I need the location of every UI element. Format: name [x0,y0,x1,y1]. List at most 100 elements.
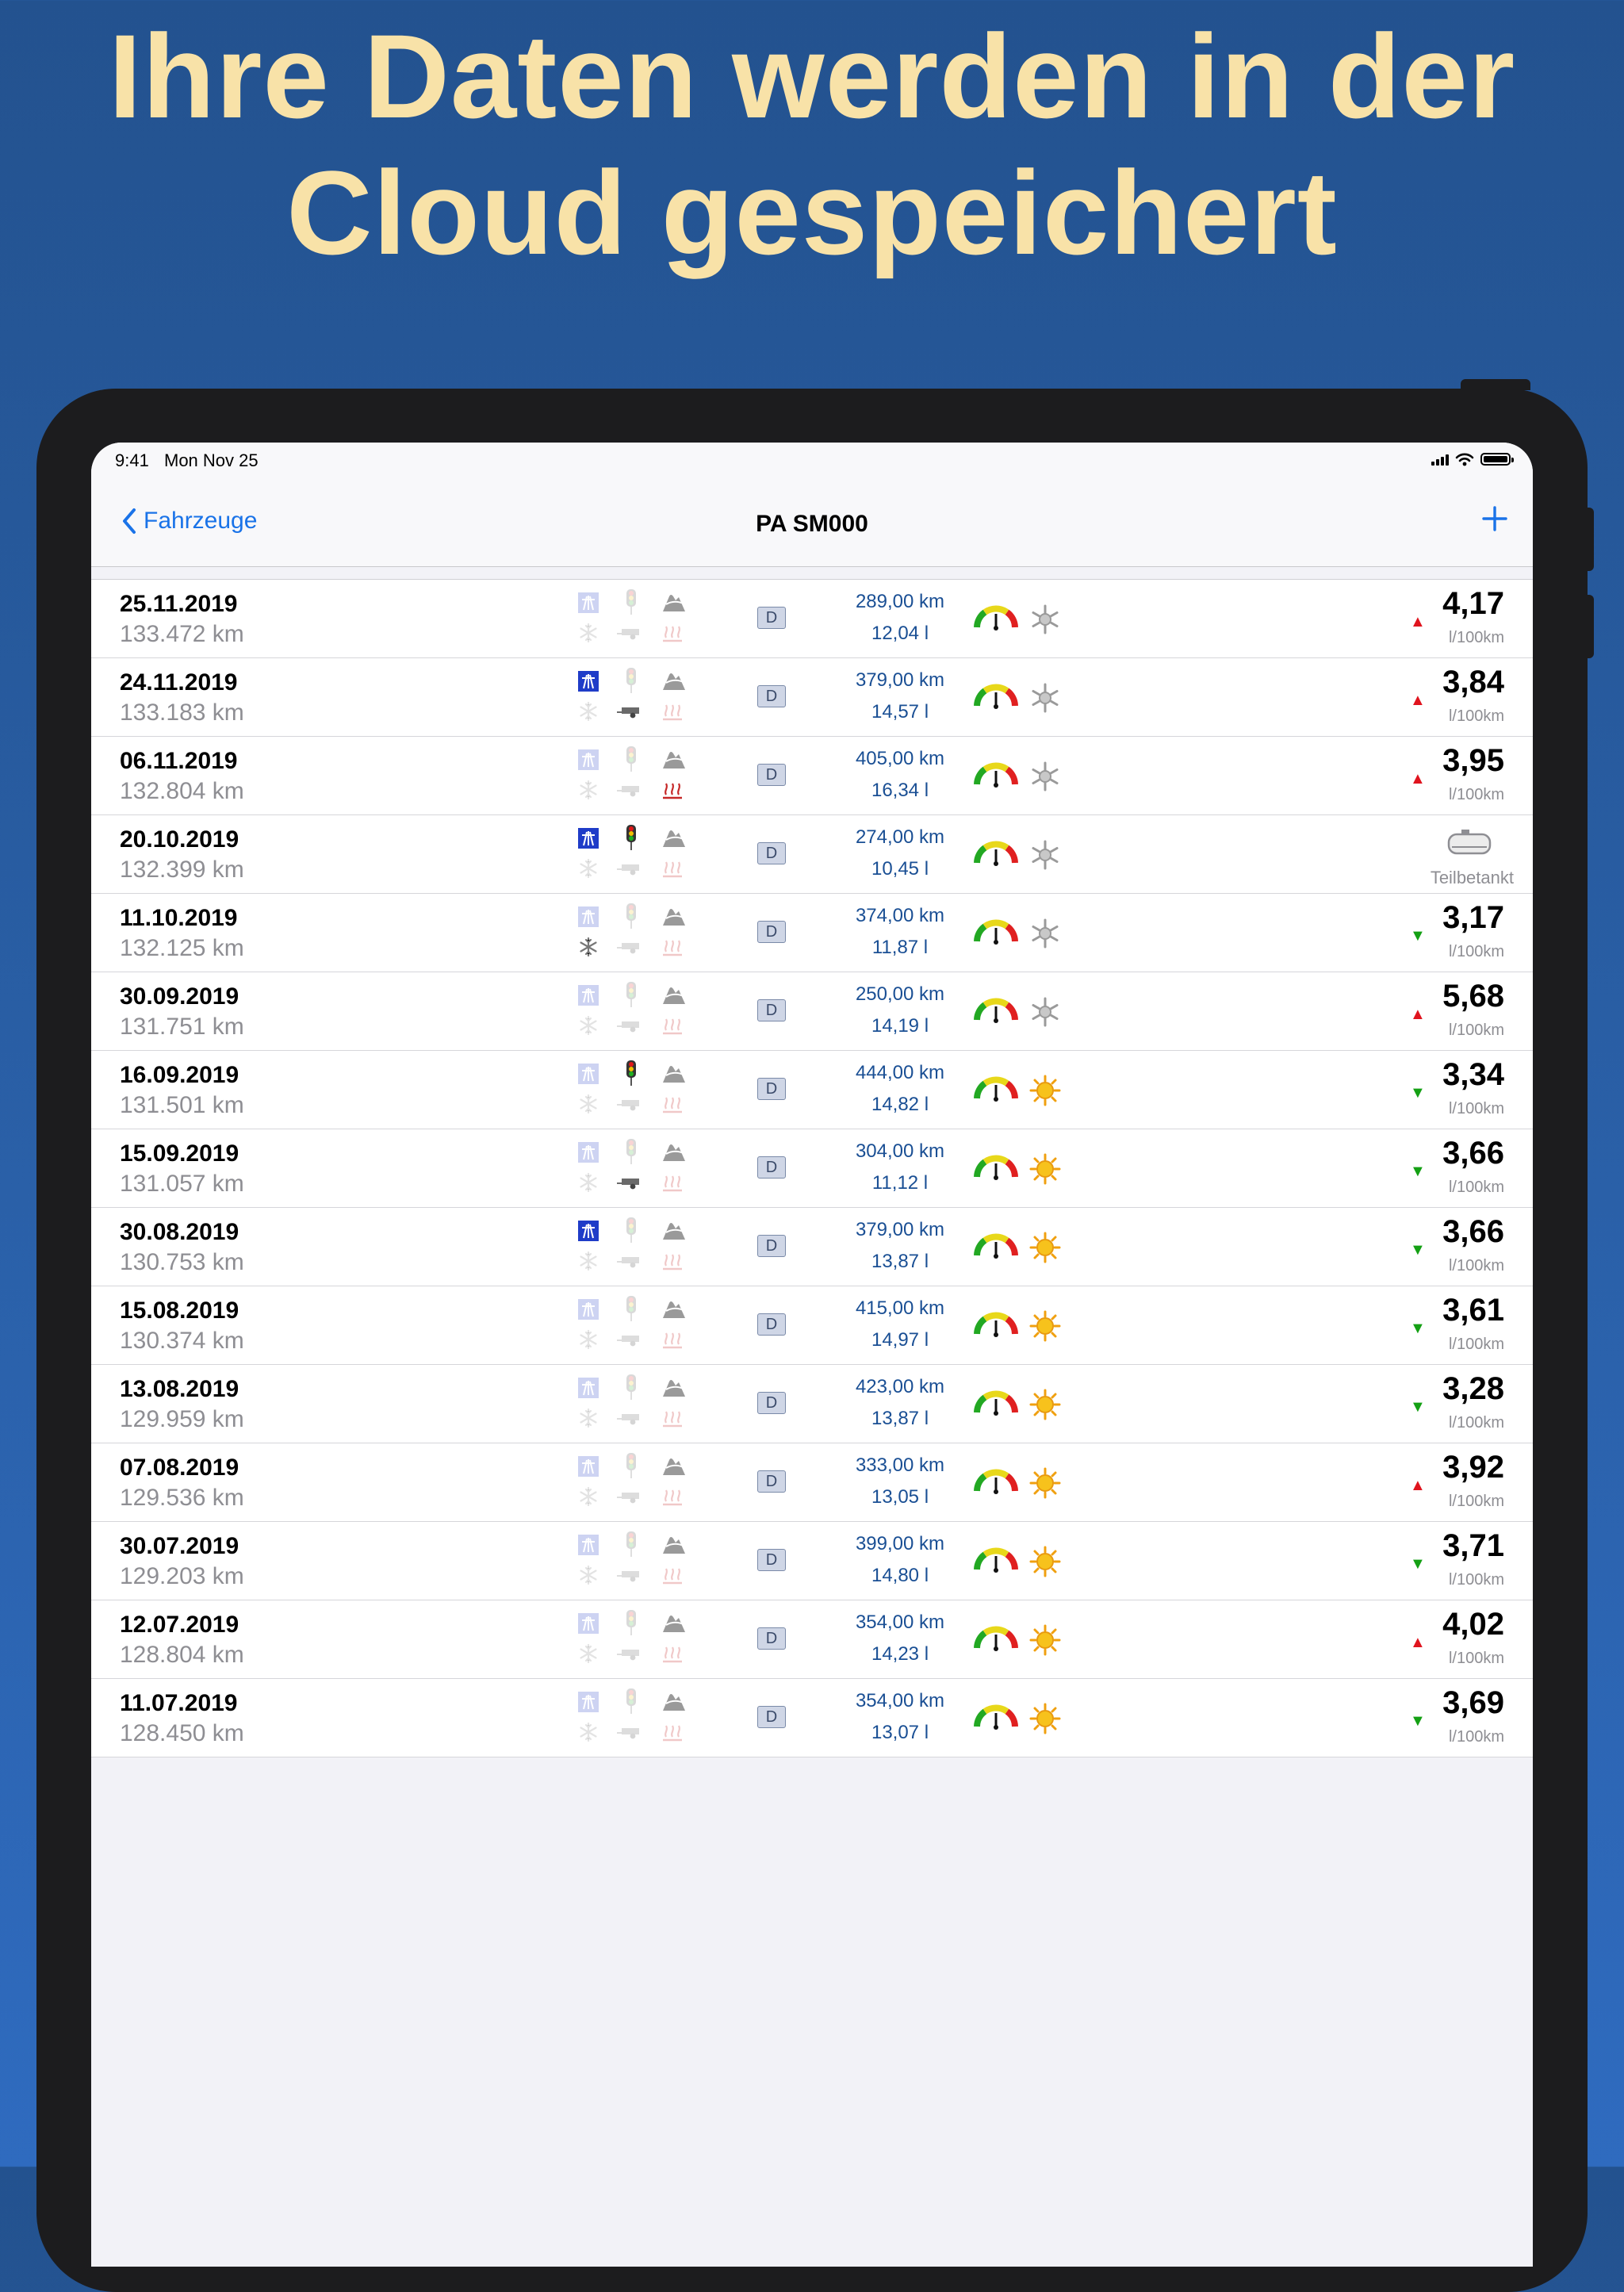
entry-volume: 16,34 l [871,780,929,801]
list-item[interactable]: 12.07.2019 128.804 km D 354,00 km 14,23 … [91,1600,1533,1679]
entry-date: 07.08.2019 [120,1455,239,1481]
list-item[interactable]: 30.09.2019 131.751 km D 250,00 km 14,19 … [91,972,1533,1051]
trailer-icon [616,1642,645,1665]
highway-icon [576,1533,600,1557]
highway-icon [576,1140,600,1164]
highway-icon [576,1612,600,1635]
trailer-icon [616,778,645,802]
trend-up-icon: ▲ [1410,613,1426,630]
list-item[interactable]: 24.11.2019 133.183 km D 379,00 km 14,57 … [91,658,1533,737]
entry-volume: 14,82 l [871,1094,929,1115]
entry-consumption: 3,28 [1442,1371,1504,1406]
traffic-light-icon [619,980,643,1009]
list-item[interactable]: 15.09.2019 131.057 km D 304,00 km 11,12 … [91,1129,1533,1208]
trend-down-icon: ▼ [1410,1398,1426,1416]
traffic-light-icon [619,1608,643,1637]
snowflake-icon [576,1563,600,1587]
trailer-icon [616,1092,645,1116]
trend-down-icon: ▼ [1410,1712,1426,1730]
consumption-unit: l/100km [1448,1100,1504,1117]
list-item[interactable]: 15.08.2019 130.374 km D 415,00 km 14,97 … [91,1286,1533,1365]
list-item[interactable]: 30.08.2019 130.753 km D 379,00 km 13,87 … [91,1208,1533,1286]
snowflake-icon [576,935,600,959]
trailer-icon [616,857,645,880]
entry-volume: 13,05 l [871,1486,929,1508]
traffic-light-icon [619,1451,643,1480]
heating-icon [661,1249,684,1273]
cold-weather-icon [1029,604,1061,639]
entry-volume: 13,07 l [871,1722,929,1743]
traffic-light-icon [619,1059,643,1087]
heating-icon [661,935,684,959]
highway-icon [576,1062,600,1086]
entry-volume: 13,87 l [871,1251,929,1272]
mountain-icon [661,1139,688,1163]
status-time: 9:41 [115,450,149,470]
trend-down-icon: ▼ [1410,1555,1426,1573]
traffic-light-icon [619,588,643,616]
entry-distance: 354,00 km [855,1612,945,1633]
list-item[interactable]: 13.08.2019 129.959 km D 423,00 km 13,87 … [91,1365,1533,1443]
fuel-type-badge: D [757,1627,786,1650]
trend-down-icon: ▼ [1410,1320,1426,1337]
list-item[interactable]: 06.11.2019 132.804 km D 405,00 km 16,34 … [91,737,1533,815]
driving-style-gauge-icon [974,1312,1018,1341]
headline-line-1: Ihre Daten werden in der [108,10,1516,143]
entry-consumption: 3,61 [1442,1293,1504,1328]
sun-icon [1029,1389,1061,1424]
trend-down-icon: ▼ [1410,1163,1426,1180]
entry-consumption: 3,66 [1442,1214,1504,1249]
heating-icon [661,621,684,645]
heating-icon [661,1406,684,1430]
entry-date: 06.11.2019 [120,748,238,774]
add-entry-button[interactable] [1480,504,1509,537]
list-item[interactable]: 25.11.2019 133.472 km D 289,00 km 12,04 … [91,580,1533,658]
list-item[interactable]: 11.07.2019 128.450 km D 354,00 km 13,07 … [91,1679,1533,1757]
consumption-unit: l/100km [1448,1414,1504,1432]
entry-distance: 444,00 km [855,1062,945,1083]
list-item[interactable]: 07.08.2019 129.536 km D 333,00 km 13,05 … [91,1443,1533,1522]
trend-up-icon: ▲ [1410,1006,1426,1023]
entry-odometer: 133.472 km [120,621,244,647]
list-item[interactable]: 20.10.2019 132.399 km D 274,00 km 10,45 … [91,815,1533,894]
heating-icon [661,1092,684,1116]
highway-icon [576,1219,600,1243]
entry-consumption: 3,95 [1442,743,1504,778]
entry-volume: 14,23 l [871,1643,929,1665]
driving-style-gauge-icon [974,1547,1018,1577]
sun-icon [1029,1703,1061,1738]
entry-odometer: 132.399 km [120,857,244,883]
cold-weather-icon [1029,839,1061,875]
mountain-icon [661,1296,688,1320]
snowflake-icon [576,1642,600,1665]
heating-icon [661,1328,684,1351]
fuel-type-badge: D [757,1313,786,1336]
entry-date: 12.07.2019 [120,1612,239,1638]
heating-icon [661,778,684,802]
fuel-type-badge: D [757,764,786,786]
sun-icon [1029,1153,1061,1189]
driving-style-gauge-icon [974,605,1018,634]
entry-volume: 11,12 l [871,1172,929,1194]
list-item[interactable]: 11.10.2019 132.125 km D 374,00 km 11,87 … [91,894,1533,972]
trend-up-icon: ▲ [1410,770,1426,788]
entry-volume: 12,04 l [871,623,929,644]
trailer-icon [616,1328,645,1351]
mountain-icon [661,982,688,1006]
trend-up-icon: ▲ [1410,692,1426,709]
entry-consumption: 3,69 [1442,1685,1504,1720]
entry-consumption: 3,66 [1442,1136,1504,1171]
list-item[interactable]: 30.07.2019 129.203 km D 399,00 km 14,80 … [91,1522,1533,1600]
highway-icon [576,1690,600,1714]
entry-date: 13.08.2019 [120,1376,239,1402]
snowflake-icon [576,1485,600,1508]
heating-icon [661,1171,684,1194]
marketing-headline: Ihre Daten werden in der Cloud gespeiche… [0,8,1624,281]
entry-odometer: 130.374 km [120,1328,244,1354]
entry-consumption: 3,84 [1442,665,1504,699]
entry-consumption: 3,34 [1442,1057,1504,1092]
highway-icon [576,1297,600,1321]
fuel-type-badge: D [757,1706,786,1728]
snowflake-icon [576,1171,600,1194]
list-item[interactable]: 16.09.2019 131.501 km D 444,00 km 14,82 … [91,1051,1533,1129]
